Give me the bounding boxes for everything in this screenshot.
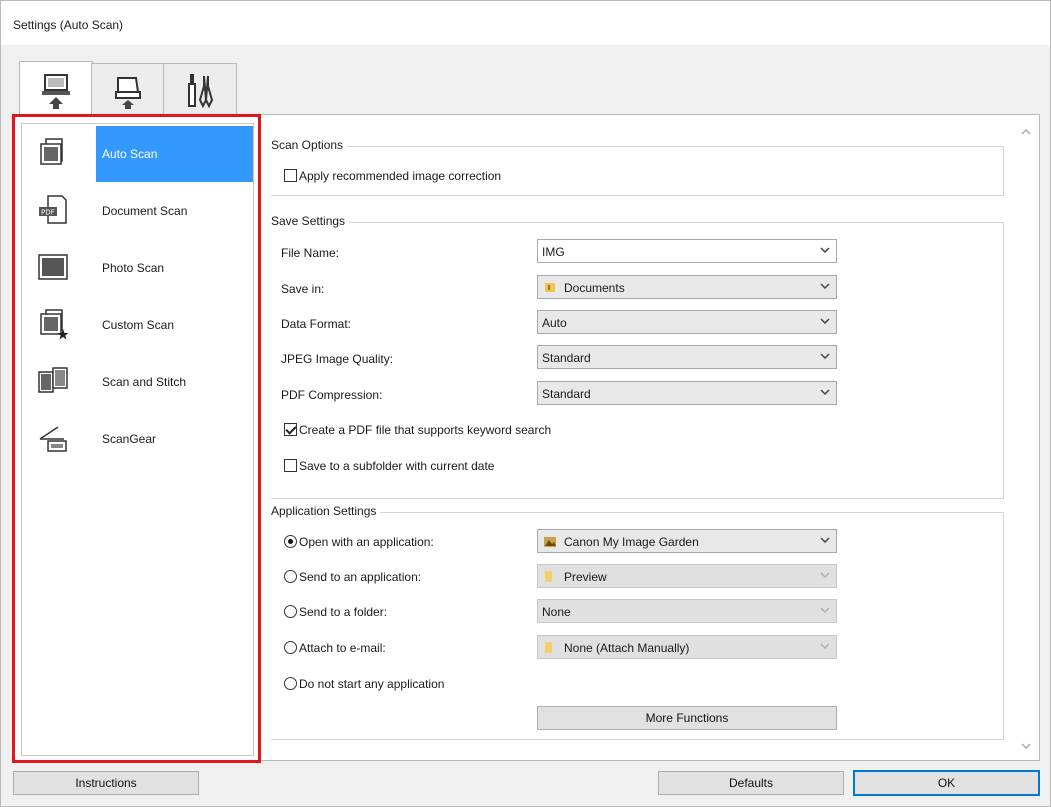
- chevron-down-icon: [820, 247, 830, 254]
- data-format-label: Data Format:: [281, 317, 352, 331]
- window-title: Settings (Auto Scan): [13, 18, 124, 32]
- tab-general-settings[interactable]: [163, 63, 237, 116]
- send-app-label: Send to an application:: [299, 570, 422, 584]
- stitch-icon: [36, 364, 70, 398]
- jpeg-quality-value: Standard: [542, 351, 591, 365]
- sidebar-item-scan-and-stitch[interactable]: Scan and Stitch: [22, 354, 253, 410]
- auto-scan-icon: [36, 136, 70, 170]
- save-in-label: Save in:: [281, 282, 325, 296]
- send-app-select[interactable]: Preview: [537, 564, 837, 588]
- no-app-label: Do not start any application: [299, 677, 445, 691]
- custom-scan-star-icon: [36, 307, 70, 341]
- sidebar-item-document-scan[interactable]: PDF Document Scan: [22, 183, 253, 239]
- no-app-radio[interactable]: [284, 677, 297, 690]
- sidebar-item-label: Document Scan: [102, 204, 188, 218]
- keyword-pdf-label: Create a PDF file that supports keyword …: [299, 423, 552, 437]
- data-format-select[interactable]: Auto: [537, 310, 837, 334]
- chevron-down-icon: [820, 537, 830, 544]
- more-functions-button[interactable]: More Functions: [537, 706, 837, 730]
- open-app-radio[interactable]: [284, 535, 297, 548]
- tab-scan-from-operation-panel[interactable]: [91, 63, 165, 116]
- data-format-value: Auto: [542, 316, 567, 330]
- chevron-down-icon: [820, 389, 830, 396]
- file-name-value: IMG: [542, 245, 565, 259]
- save-settings-title: Save Settings: [271, 214, 350, 228]
- chevron-down-icon: [820, 283, 830, 290]
- sidebar-item-auto-scan[interactable]: Auto Scan: [22, 126, 253, 182]
- apply-correction-label: Apply recommended image correction: [299, 169, 502, 183]
- send-folder-label: Send to a folder:: [299, 605, 388, 619]
- pdf-compression-label: PDF Compression:: [281, 388, 383, 402]
- folder-icon: [545, 283, 555, 292]
- pdf-compression-select[interactable]: Standard: [537, 381, 837, 405]
- jpeg-quality-label: JPEG Image Quality:: [281, 352, 394, 366]
- send-app-value: Preview: [564, 570, 607, 584]
- defaults-button[interactable]: Defaults: [658, 771, 844, 795]
- sidebar-item-label: Auto Scan: [96, 126, 253, 182]
- folder-icon: [545, 642, 552, 653]
- sidebar-item-scangear[interactable]: ScanGear: [22, 411, 253, 467]
- scroll-up-icon[interactable]: [1020, 127, 1032, 137]
- ok-button[interactable]: OK: [853, 770, 1040, 796]
- scroll-down-icon[interactable]: [1020, 741, 1032, 751]
- pdf-document-icon: PDF: [36, 193, 70, 227]
- send-folder-value: None: [542, 605, 571, 619]
- open-app-value: Canon My Image Garden: [564, 535, 699, 549]
- computer-scan-icon: [42, 73, 70, 109]
- open-app-select[interactable]: Canon My Image Garden: [537, 529, 837, 553]
- subfolder-checkbox[interactable]: [284, 459, 297, 472]
- send-app-radio[interactable]: [284, 570, 297, 583]
- tab-scan-from-computer[interactable]: [19, 61, 93, 117]
- scanner-panel-icon: [115, 77, 141, 109]
- instructions-button[interactable]: Instructions: [13, 771, 199, 795]
- photo-icon: [36, 250, 70, 284]
- image-garden-icon: [544, 537, 556, 547]
- sidebar-item-label: ScanGear: [102, 432, 157, 446]
- application-settings-title: Application Settings: [271, 504, 381, 518]
- attach-email-value: None (Attach Manually): [564, 641, 690, 655]
- tools-icon: [188, 74, 214, 109]
- file-name-combo[interactable]: IMG: [537, 239, 837, 263]
- attach-email-select[interactable]: None (Attach Manually): [537, 635, 837, 659]
- sidebar-item-photo-scan[interactable]: Photo Scan: [22, 240, 253, 296]
- keyword-pdf-checkbox[interactable]: [284, 423, 297, 436]
- svg-text:PDF: PDF: [41, 209, 55, 217]
- chevron-down-icon: [820, 353, 830, 360]
- file-name-label: File Name:: [281, 246, 340, 260]
- sidebar-item-label: Custom Scan: [102, 318, 175, 332]
- chevron-down-icon: [820, 572, 830, 579]
- save-in-value: Documents: [564, 281, 625, 295]
- attach-email-radio[interactable]: [284, 641, 297, 654]
- chevron-down-icon: [820, 607, 830, 614]
- jpeg-quality-select[interactable]: Standard: [537, 345, 837, 369]
- sidebar-item-label: Photo Scan: [102, 261, 165, 275]
- open-app-label: Open with an application:: [299, 535, 434, 549]
- folder-icon: [545, 571, 552, 582]
- scan-options-title: Scan Options: [271, 138, 348, 152]
- scangear-icon: [36, 421, 70, 455]
- send-folder-radio[interactable]: [284, 605, 297, 618]
- sidebar-item-label: Scan and Stitch: [102, 375, 187, 389]
- chevron-down-icon: [820, 643, 830, 650]
- apply-correction-checkbox[interactable]: [284, 169, 297, 182]
- settings-window: Settings (Auto Scan) Auto Scan PDF Docum…: [0, 0, 1051, 807]
- pdf-compression-value: Standard: [542, 387, 591, 401]
- attach-email-label: Attach to e-mail:: [299, 641, 386, 655]
- chevron-down-icon: [820, 318, 830, 325]
- save-in-select[interactable]: Documents: [537, 275, 837, 299]
- scan-type-list: Auto Scan PDF Document Scan Photo Scan C…: [21, 123, 254, 756]
- title-bar: Settings (Auto Scan): [1, 1, 1050, 45]
- send-folder-select[interactable]: None: [537, 599, 837, 623]
- sidebar-item-custom-scan[interactable]: Custom Scan: [22, 297, 253, 353]
- scan-type-sidebar: Auto Scan PDF Document Scan Photo Scan C…: [12, 114, 261, 763]
- subfolder-label: Save to a subfolder with current date: [299, 459, 495, 473]
